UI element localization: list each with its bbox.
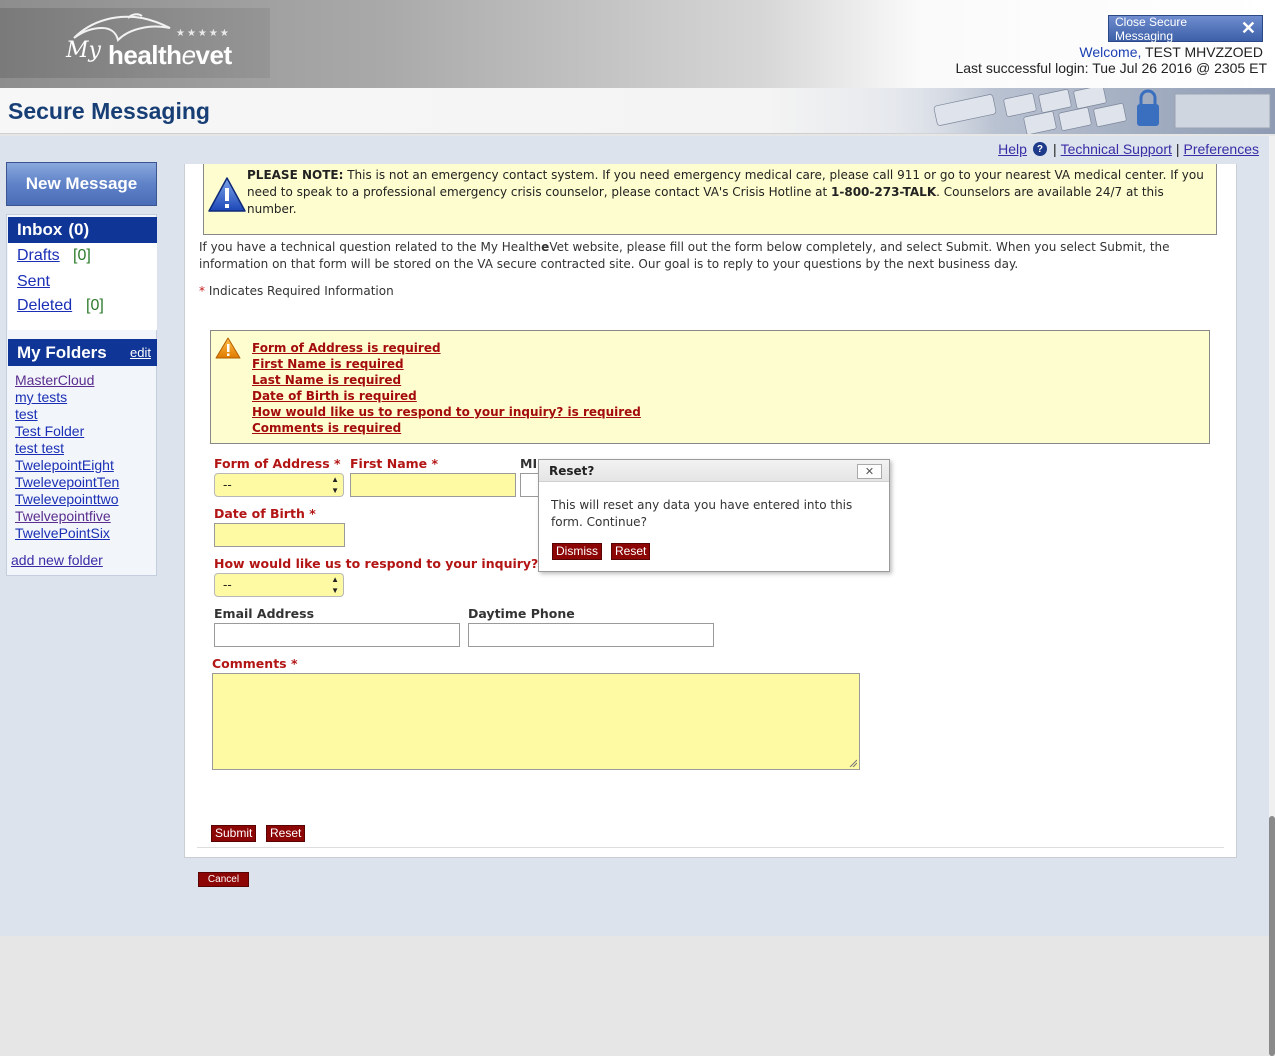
my-folders-heading: My Folders edit (8, 339, 157, 366)
folder-link[interactable]: TwelevepointTen (15, 474, 119, 490)
close-secure-messaging-label: Close Secure Messaging (1115, 14, 1188, 43)
separator: | (1175, 141, 1180, 157)
folder-link[interactable]: my tests (15, 389, 67, 405)
date-of-birth-input[interactable] (214, 523, 345, 547)
new-message-button[interactable]: New Message (6, 162, 157, 206)
dialog-titlebar[interactable]: Reset? ✕ (539, 460, 889, 482)
respond-method-select[interactable]: -- ▲ ▼ (214, 573, 344, 597)
daytime-phone-label: Daytime Phone (468, 606, 575, 621)
form-of-address-value: -- (223, 477, 232, 492)
close-secure-messaging-button[interactable]: Close Secure Messaging ✕ (1108, 14, 1263, 43)
sidebar-item-sent[interactable]: Sent (17, 273, 50, 291)
error-link[interactable]: Last Name is required (252, 373, 401, 387)
inbox-count: (0) (68, 220, 90, 239)
last-login: Last successful login: Tue Jul 26 2016 @… (955, 60, 1267, 76)
validation-error-box: Form of Address is required First Name i… (210, 330, 1210, 444)
deleted-count: [0] (86, 297, 104, 314)
utility-links: Help ? | Technical Support | Preferences (998, 141, 1259, 157)
user-name: TEST MHVZZOED (1145, 44, 1263, 60)
folder-link[interactable]: Twelevepointtwo (15, 491, 119, 507)
inbox-label: Inbox (17, 220, 63, 239)
keyboard-banner-image (875, 88, 1275, 134)
daytime-phone-input[interactable] (468, 623, 714, 647)
cancel-button[interactable]: Cancel (198, 872, 249, 887)
myhealthevet-logo[interactable]: ★★★★★ My healthevet (0, 8, 270, 78)
separator: | (1052, 141, 1057, 157)
technical-support-link[interactable]: Technical Support (1061, 141, 1172, 157)
email-label: Email Address (214, 606, 315, 621)
email-input[interactable] (214, 623, 460, 647)
edit-folders-link[interactable]: edit (130, 339, 151, 366)
first-name-input[interactable] (350, 473, 516, 497)
intro-text: If you have a technical question related… (199, 240, 1170, 271)
emergency-note-text: PLEASE NOTE: This is not an emergency co… (247, 168, 1204, 216)
scrollbar-thumb[interactable] (1269, 816, 1275, 1056)
dialog-message: This will reset any data you have entere… (551, 498, 853, 529)
comments-label: Comments * (212, 656, 298, 671)
sidebar-item-deleted[interactable]: Deleted (17, 297, 72, 315)
select-arrows-icon: ▲ ▼ (331, 475, 339, 495)
page-scrollbar[interactable] (1269, 136, 1275, 1056)
divider (197, 847, 1224, 848)
logo-health-text: healthevet (108, 40, 232, 70)
help-link[interactable]: Help (998, 141, 1027, 157)
error-link[interactable]: Date of Birth is required (252, 389, 417, 403)
submit-button[interactable]: Submit (211, 825, 257, 842)
dialog-reset-button[interactable]: Reset (611, 543, 651, 560)
title-bar: Secure Messaging (0, 88, 1275, 134)
form-of-address-select[interactable]: -- ▲ ▼ (214, 473, 344, 497)
warning-icon (215, 337, 241, 359)
add-new-folder-link[interactable]: add new folder (11, 552, 103, 568)
folder-link[interactable]: MasterCloud (15, 372, 94, 388)
folder-link[interactable]: TwelvePointSix (15, 525, 110, 541)
logo-my-text: My (66, 38, 101, 63)
folder-link[interactable]: test test (15, 440, 64, 456)
error-link[interactable]: First Name is required (252, 357, 404, 371)
drafts-count: [0] (73, 247, 91, 264)
required-info-note: * Indicates Required Information (199, 284, 394, 298)
logo-stars: ★★★★★ (176, 28, 231, 39)
error-link[interactable]: Comments is required (252, 421, 401, 435)
form-of-address-label: Form of Address * (214, 456, 341, 471)
page-title: Secure Messaging (8, 98, 210, 124)
error-link[interactable]: Form of Address is required (252, 341, 441, 355)
preferences-link[interactable]: Preferences (1184, 141, 1259, 157)
first-name-label: First Name * (350, 456, 439, 471)
my-folders-label: My Folders (17, 343, 107, 362)
respond-method-label: How would like us to respond to your inq… (214, 556, 550, 571)
sidebar-item-inbox[interactable]: Inbox (0) (8, 217, 157, 243)
dismiss-button[interactable]: Dismiss (552, 543, 602, 560)
dialog-title: Reset? (549, 464, 595, 478)
mi-label: MI (520, 456, 538, 471)
help-question-icon[interactable]: ? (1032, 142, 1047, 156)
welcome-line: Welcome, TEST MHVZZOED (1079, 44, 1263, 60)
reset-button[interactable]: Reset (266, 825, 306, 842)
dialog-close-icon[interactable]: ✕ (857, 464, 882, 479)
folder-link[interactable]: test (15, 406, 38, 422)
sidebar-item-drafts[interactable]: Drafts (17, 247, 60, 265)
error-link[interactable]: How would like us to respond to your inq… (252, 405, 641, 419)
folder-link[interactable]: Twelvepointfive (15, 508, 111, 524)
reset-confirm-dialog: Reset? ✕ This will reset any data you ha… (538, 459, 890, 572)
folder-link[interactable]: Test Folder (15, 423, 84, 439)
comments-textarea[interactable] (212, 673, 860, 770)
close-icon: ✕ (1240, 18, 1256, 38)
date-of-birth-label: Date of Birth * (214, 506, 316, 521)
select-arrows-icon: ▲ ▼ (331, 575, 339, 595)
warning-triangle-icon (208, 177, 246, 212)
welcome-word: Welcome, (1079, 44, 1142, 60)
folder-link[interactable]: TwelepointEight (15, 457, 114, 473)
top-header: ★★★★★ My healthevet Close Secure Messagi… (0, 0, 1275, 88)
respond-method-value: -- (223, 577, 232, 592)
emergency-note: PLEASE NOTE: This is not an emergency co… (203, 164, 1217, 235)
mi-input[interactable] (520, 473, 540, 497)
resize-grip-icon[interactable] (849, 759, 857, 767)
